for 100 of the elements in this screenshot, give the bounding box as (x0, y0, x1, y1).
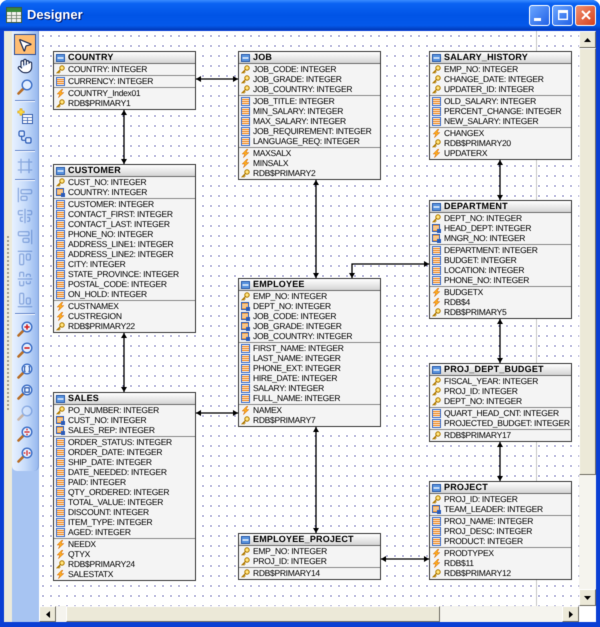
key-icon (241, 64, 250, 74)
key-icon (432, 568, 441, 578)
column-icon (56, 528, 65, 536)
column-text: MIN_SALARY: INTEGER (253, 106, 344, 116)
up-triangle-icon (584, 38, 591, 42)
column-icon (432, 526, 441, 536)
column-icon (432, 266, 441, 274)
column-badge-icon (56, 188, 65, 196)
column-text: PO_NUMBER: INTEGER (68, 405, 159, 415)
maximize-icon (558, 10, 568, 20)
relationship-line (497, 442, 503, 481)
column-text: FULL_NAME: INTEGER (253, 393, 340, 403)
scroll-right-button[interactable] (562, 606, 579, 622)
scroll-left-button[interactable] (39, 606, 56, 622)
column-badge-icon (56, 416, 65, 424)
table-title: PROJECT (444, 482, 488, 493)
column-icon (432, 276, 441, 284)
column-icon (56, 260, 65, 268)
column-text: CHANGEX (444, 128, 484, 138)
column-icon (241, 106, 250, 116)
column-text: CUST_NO: INTEGER (68, 177, 146, 187)
column-text: ITEM_TYPE: INTEGER (68, 517, 152, 527)
key-icon (432, 138, 441, 148)
column-text: CURRENCY: INTEGER (68, 76, 154, 86)
minimize-icon (534, 18, 541, 20)
table-title: PROJ_DEPT_BUDGET (444, 364, 544, 375)
key-icon (432, 308, 441, 316)
column-icon (56, 508, 65, 516)
column-text: SALESTATX (68, 569, 114, 579)
relationship-line (196, 76, 238, 82)
scrollbar-thumb[interactable] (579, 48, 596, 475)
column-icon (56, 518, 65, 526)
minimize-button[interactable] (529, 4, 550, 26)
column-text: SALARY: INTEGER (253, 383, 324, 393)
column-icon (432, 408, 441, 418)
column-text: PAID: INTEGER (68, 477, 126, 487)
column-text: CHANGE_DATE: INTEGER (444, 74, 544, 84)
column-text: RDB$PRIMARY5 (444, 307, 506, 317)
column-text: PHONE_NO: INTEGER (444, 275, 530, 285)
maximize-button[interactable] (552, 4, 573, 26)
column-icon (432, 106, 441, 116)
grip-dots-icon[interactable] (6, 235, 10, 411)
column-text: DEPARTMENT: INTEGER (444, 245, 538, 255)
column-icon (56, 468, 65, 476)
column-icon (56, 270, 65, 278)
column-icon (241, 364, 250, 372)
column-text: CONTACT_FIRST: INTEGER (68, 209, 173, 219)
column-icon (432, 246, 441, 254)
table-icon (241, 54, 250, 62)
column-icon (56, 240, 65, 248)
column-icon (241, 344, 250, 352)
scroll-down-button[interactable] (579, 589, 596, 606)
key-icon (56, 322, 65, 330)
column-text: FISCAL_YEAR: INTEGER (444, 376, 538, 386)
key-icon (241, 568, 250, 578)
column-text: CUSTREGION (68, 311, 122, 321)
column-icon (432, 256, 441, 264)
key-icon (432, 396, 441, 406)
column-text: NAMEX (253, 405, 282, 415)
column-text: PROJ_ID: INTEGER (444, 494, 518, 504)
column-text: UPDATERX (444, 148, 488, 158)
scroll-up-button[interactable] (579, 31, 596, 48)
key-icon (56, 98, 65, 108)
column-icon (56, 76, 65, 86)
column-icon (241, 354, 250, 362)
vertical-scrollbar[interactable] (579, 31, 596, 606)
column-icon (56, 290, 65, 298)
key-icon (432, 386, 441, 396)
column-text: PROJECTED_BUDGET: INTEGER (444, 418, 570, 428)
column-icon (56, 250, 65, 258)
column-badge-icon (432, 504, 441, 514)
column-icon (241, 96, 250, 106)
window-title: Designer (27, 6, 83, 24)
column-text: COUNTRY_Index01 (68, 88, 140, 98)
table-icon (432, 202, 441, 210)
column-text: PROJ_ID: INTEGER (444, 386, 518, 396)
column-text: PRODUCT: INTEGER (444, 536, 523, 546)
relationship-line (497, 319, 503, 363)
close-button[interactable] (575, 4, 596, 26)
table-icon (432, 54, 441, 62)
column-text: EMP_NO: INTEGER (444, 64, 518, 74)
relationship-line (121, 333, 127, 392)
column-icon (432, 116, 441, 126)
table-title: COUNTRY (68, 52, 114, 63)
column-icon (56, 280, 65, 288)
column-text: RDB$11 (444, 558, 474, 568)
column-badge-icon (56, 426, 65, 434)
column-icon (56, 498, 65, 506)
horizontal-scrollbar[interactable] (39, 606, 579, 622)
key-icon (432, 84, 441, 94)
column-text: JOB_TITLE: INTEGER (253, 96, 335, 106)
right-triangle-icon (568, 610, 572, 618)
scrollbar-thumb[interactable] (66, 606, 440, 622)
column-text: QTYX (68, 549, 90, 559)
column-text: RDB$PRIMARY22 (68, 321, 135, 331)
column-text: POSTAL_CODE: INTEGER (68, 279, 167, 289)
column-text: EMP_NO: INTEGER (253, 291, 327, 301)
key-icon (56, 560, 65, 568)
column-icon (241, 394, 250, 402)
column-badge-icon (241, 302, 250, 310)
